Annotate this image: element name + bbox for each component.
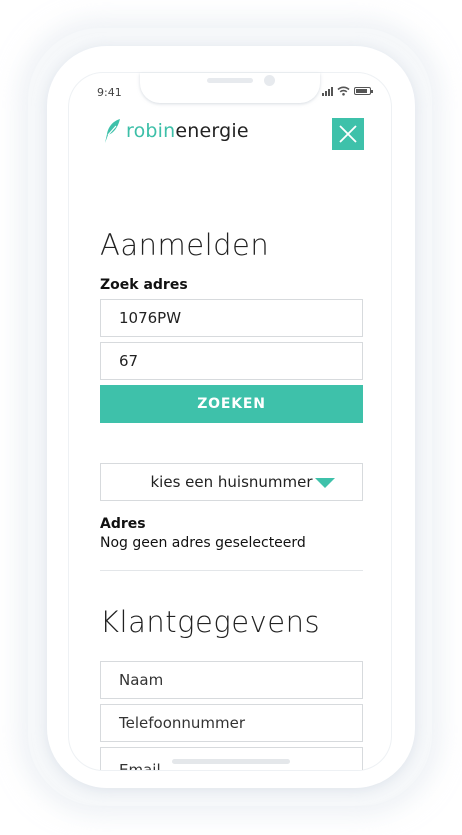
postcode-value: 1076PW xyxy=(119,309,182,327)
customer-title: Klantgegevens xyxy=(100,605,321,639)
phone-placeholder: Telefoonnummer xyxy=(119,714,246,732)
brand-name-energie: energie xyxy=(175,120,249,142)
signal-icon xyxy=(322,86,333,96)
status-time: 9:41 xyxy=(97,86,122,99)
front-camera xyxy=(264,75,275,86)
house-number-select-label: kies een huisnummer xyxy=(150,473,313,491)
feather-icon xyxy=(105,119,120,143)
house-number-select[interactable]: kies een huisnummer xyxy=(100,463,363,501)
address-value: Nog geen adres geselecteerd xyxy=(100,535,306,551)
caret-down-icon xyxy=(315,478,335,488)
close-button[interactable] xyxy=(332,118,364,150)
signup-title: Aanmelden xyxy=(100,228,270,262)
search-address-label: Zoek adres xyxy=(100,277,188,293)
status-icons xyxy=(322,85,373,97)
search-button[interactable]: ZOEKEN xyxy=(100,385,363,423)
phone-field[interactable]: Telefoonnummer xyxy=(100,704,363,742)
speaker-grille xyxy=(207,78,253,83)
home-indicator xyxy=(172,759,290,764)
name-placeholder: Naam xyxy=(119,671,164,689)
brand-name-robin: robin xyxy=(126,120,176,142)
name-field[interactable]: Naam xyxy=(100,661,363,699)
wifi-icon xyxy=(337,86,350,96)
brand-name: robinenergie xyxy=(126,120,249,142)
address-label: Adres xyxy=(100,516,146,532)
brand-logo[interactable]: robinenergie xyxy=(103,118,249,144)
email-placeholder: Email xyxy=(119,761,161,770)
house-number-value: 67 xyxy=(119,352,139,370)
house-number-field[interactable]: 67 xyxy=(100,342,363,380)
close-icon xyxy=(339,125,357,143)
postcode-field[interactable]: 1076PW xyxy=(100,299,363,337)
section-divider xyxy=(100,570,363,571)
battery-icon xyxy=(354,87,373,95)
